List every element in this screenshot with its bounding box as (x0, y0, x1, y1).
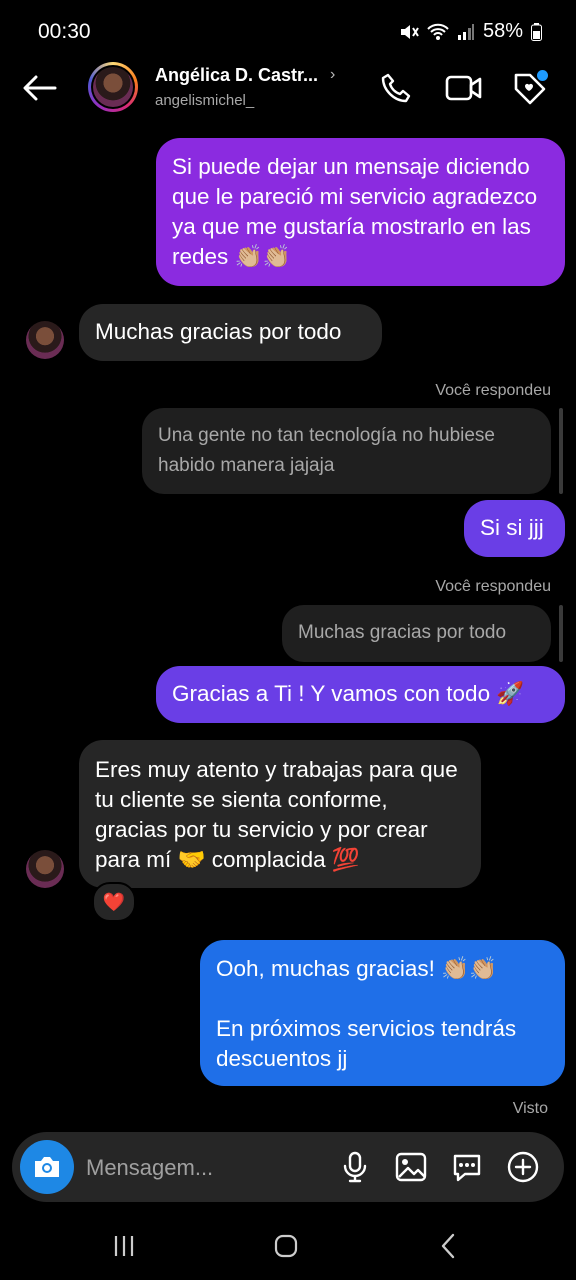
camera-icon (35, 1157, 59, 1177)
reply-label: Você respondeu (435, 578, 551, 595)
recents-icon (114, 1236, 134, 1256)
sticker-button[interactable] (448, 1148, 486, 1186)
status-time: 00:30 (38, 20, 91, 43)
contact-name[interactable]: Angélica D. Castr... (155, 65, 318, 86)
sender-avatar[interactable] (26, 321, 64, 359)
contact-avatar[interactable] (88, 62, 138, 112)
recents-button[interactable] (94, 1226, 154, 1266)
heart-icon: ❤️ (102, 891, 126, 912)
message-line: En próximos servicios tendrás descuentos… (216, 1016, 517, 1071)
gallery-icon (395, 1152, 427, 1182)
phone-icon (381, 73, 411, 103)
more-options-button[interactable] (504, 1148, 542, 1186)
voice-message-button[interactable] (336, 1148, 374, 1186)
battery-icon (531, 22, 542, 41)
heart-reaction[interactable]: ❤️ (92, 882, 136, 922)
home-button[interactable] (256, 1226, 316, 1266)
microphone-icon (343, 1151, 367, 1183)
voice-call-button[interactable] (376, 68, 416, 108)
received-message[interactable]: Eres muy atento y trabajas para que tu c… (79, 740, 481, 888)
quoted-message[interactable]: Muchas gracias por todo (282, 605, 551, 662)
sent-message[interactable]: Si puede dejar un mensaje diciendo que l… (156, 138, 565, 286)
seen-indicator: Visto (512, 1100, 548, 1117)
reply-indicator (559, 408, 563, 494)
reply-indicator (559, 605, 563, 662)
sent-message[interactable]: Ooh, muchas gracias! 👏🏼👏🏼 En próximos se… (200, 940, 565, 1086)
contact-username[interactable]: angelismichel_ (155, 92, 254, 109)
sent-message[interactable]: Gracias a Ti ! Y vamos con todo 🚀 (156, 666, 565, 723)
video-call-button[interactable] (444, 68, 484, 108)
message-line: Ooh, muchas gracias! 👏🏼👏🏼 (216, 956, 498, 981)
reply-label: Você respondeu (435, 382, 551, 399)
notification-dot (537, 70, 548, 81)
back-button[interactable] (18, 70, 62, 106)
camera-button[interactable] (20, 1140, 74, 1194)
home-icon (274, 1234, 298, 1258)
nav-back-icon (441, 1233, 455, 1259)
signal-icon (457, 23, 474, 40)
chevron-right-icon[interactable]: › (330, 66, 335, 84)
battery-percent: 58% (482, 20, 523, 42)
status-icons: 58% (399, 20, 542, 43)
avatar-image (93, 67, 133, 107)
mute-icon (400, 24, 419, 39)
back-arrow-icon (23, 75, 57, 101)
sent-message[interactable]: Si si jjj (464, 500, 565, 557)
wifi-icon (427, 23, 449, 40)
sticker-icon (453, 1154, 481, 1182)
video-icon (445, 75, 482, 101)
quoted-message[interactable]: Una gente no tan tecnología no hubiese h… (142, 408, 551, 494)
gallery-button[interactable] (392, 1148, 430, 1186)
sender-avatar[interactable] (26, 850, 64, 888)
plus-icon (507, 1151, 539, 1183)
received-message[interactable]: Muchas gracias por todo (79, 304, 382, 361)
nav-back-button[interactable] (418, 1226, 478, 1266)
message-input[interactable] (84, 1147, 318, 1189)
